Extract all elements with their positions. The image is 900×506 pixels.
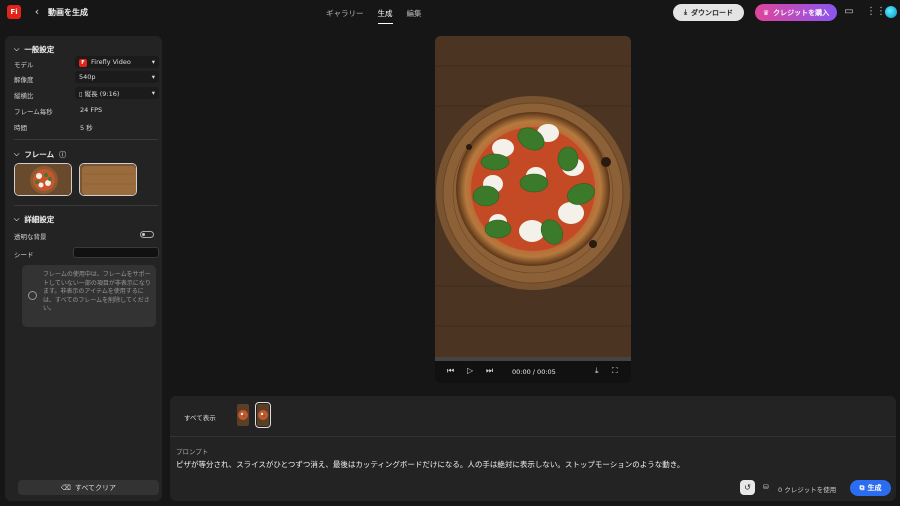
- apps-grid-icon[interactable]: ⋮⋮: [866, 6, 886, 18]
- chevron-down-icon: ▾: [151, 73, 155, 81]
- prompt-input[interactable]: ピザが等分され、スライスがひとつずつ消え、最後はカッティングボードだけになる。人…: [176, 459, 684, 470]
- credit-use-label: 0 クレジットを使用: [778, 486, 837, 494]
- download-label: ダウンロード: [691, 8, 734, 17]
- frames-notice: フレームの使用中は、フレームをサポートしていない一部の項目が非表示になります。非…: [22, 265, 156, 327]
- avatar[interactable]: [885, 6, 897, 18]
- duration-value: 5 秒: [80, 124, 93, 132]
- aspect-select[interactable]: ▯ 縦長 (9:16) ▾: [75, 87, 159, 99]
- generate-icon: ⧉: [859, 483, 865, 492]
- video-player: ⏮ ▷ ⏭ 00:00 / 00:05 ⤓ ⛶: [435, 36, 631, 383]
- firefly-logo[interactable]: Fi: [7, 5, 21, 19]
- buy-credits-label: クレジットを購入: [773, 8, 830, 17]
- model-label: モデル: [14, 61, 34, 69]
- clear-all-button[interactable]: ⌫ すべてクリア: [18, 480, 159, 495]
- seed-input[interactable]: [73, 247, 159, 258]
- history-icon[interactable]: ↺: [740, 480, 755, 495]
- advanced-settings-header[interactable]: ⌵ 詳細設定: [14, 214, 54, 225]
- show-all-link[interactable]: すべて表示: [184, 412, 216, 422]
- info-icon[interactable]: ⓘ: [59, 150, 66, 160]
- top-tabs: ギャラリー 生成 編集: [326, 8, 422, 24]
- download-icon: ⤓: [683, 8, 688, 16]
- transparent-bg-label: 透明な背景: [14, 233, 47, 241]
- generation-thumbnail[interactable]: [237, 404, 249, 426]
- top-bar: Fi ‹ 動画を生成 ギャラリー 生成 編集 ⤓ ダウンロード ♛ クレジットを…: [0, 0, 900, 26]
- play-icon[interactable]: ▷: [467, 366, 473, 375]
- model-select[interactable]: F Firefly Video ▾: [75, 56, 159, 68]
- block-icon: [28, 291, 37, 300]
- firefly-model-icon: F: [79, 58, 87, 67]
- fullscreen-icon[interactable]: ⛶: [612, 366, 618, 376]
- resolution-label: 解像度: [14, 76, 34, 84]
- resolution-select[interactable]: 540p ▾: [75, 71, 159, 83]
- chevron-down-icon: ▾: [151, 89, 155, 97]
- tab-generate[interactable]: 生成: [377, 8, 393, 24]
- back-arrow-icon[interactable]: ‹: [31, 6, 43, 18]
- tab-gallery[interactable]: ギャラリー: [326, 8, 364, 24]
- transparent-bg-toggle[interactable]: [140, 231, 154, 238]
- seed-label: シード: [14, 251, 34, 259]
- divider: [170, 436, 896, 437]
- player-controls: ⏮ ▷ ⏭ 00:00 / 00:05 ⤓ ⛶: [435, 361, 631, 383]
- download-button[interactable]: ⤓ ダウンロード: [673, 4, 744, 21]
- download-icon[interactable]: ⤓: [595, 366, 599, 376]
- chevron-down-icon: ▾: [151, 58, 155, 66]
- aspect-label: 縦横比: [14, 92, 34, 100]
- page-title: 動画を生成: [48, 8, 88, 17]
- divider: [14, 139, 158, 140]
- end-frame-thumbnail[interactable]: [79, 163, 137, 196]
- generation-thumbnail-selected[interactable]: [255, 402, 271, 428]
- credit-icon: ⛁: [763, 483, 769, 491]
- tab-edit[interactable]: 編集: [407, 8, 422, 24]
- fps-label: フレーム毎秒: [14, 108, 53, 116]
- chevron-down-icon: ⌵: [14, 215, 20, 223]
- timecode: 00:00 / 00:05: [512, 368, 556, 376]
- settings-sidebar: ⌵ 一般設定 モデル F Firefly Video ▾ 解像度 540p ▾ 縦…: [5, 36, 162, 501]
- video-preview[interactable]: [435, 36, 631, 357]
- prompt-label: プロンプト: [176, 448, 209, 456]
- feedback-icon[interactable]: ▭: [843, 6, 855, 18]
- general-settings-header[interactable]: ⌵ 一般設定: [14, 44, 54, 55]
- divider: [14, 205, 158, 206]
- notice-text: フレームの使用中は、フレームをサポートしていない一部の項目が非表示になります。非…: [43, 271, 151, 313]
- duration-label: 時間: [14, 124, 27, 132]
- frames-header[interactable]: ⌵ フレーム ⓘ: [14, 149, 66, 160]
- chevron-down-icon: ⌵: [14, 150, 20, 158]
- crown-icon: ♛: [762, 8, 770, 17]
- fps-value: 24 FPS: [80, 106, 103, 114]
- chevron-down-icon: ⌵: [14, 45, 20, 53]
- buy-credits-button[interactable]: ♛ クレジットを購入: [755, 4, 837, 21]
- generate-button[interactable]: ⧉ 生成: [850, 480, 891, 496]
- eraser-icon: ⌫: [60, 483, 71, 492]
- skip-forward-icon[interactable]: ⏭: [486, 366, 493, 376]
- start-frame-thumbnail[interactable]: [14, 163, 72, 196]
- skip-back-icon[interactable]: ⏮: [447, 366, 454, 376]
- prompt-panel: すべて表示 プロンプト ピザが等分され、スライスがひとつずつ消え、最後はカッティ…: [170, 396, 896, 501]
